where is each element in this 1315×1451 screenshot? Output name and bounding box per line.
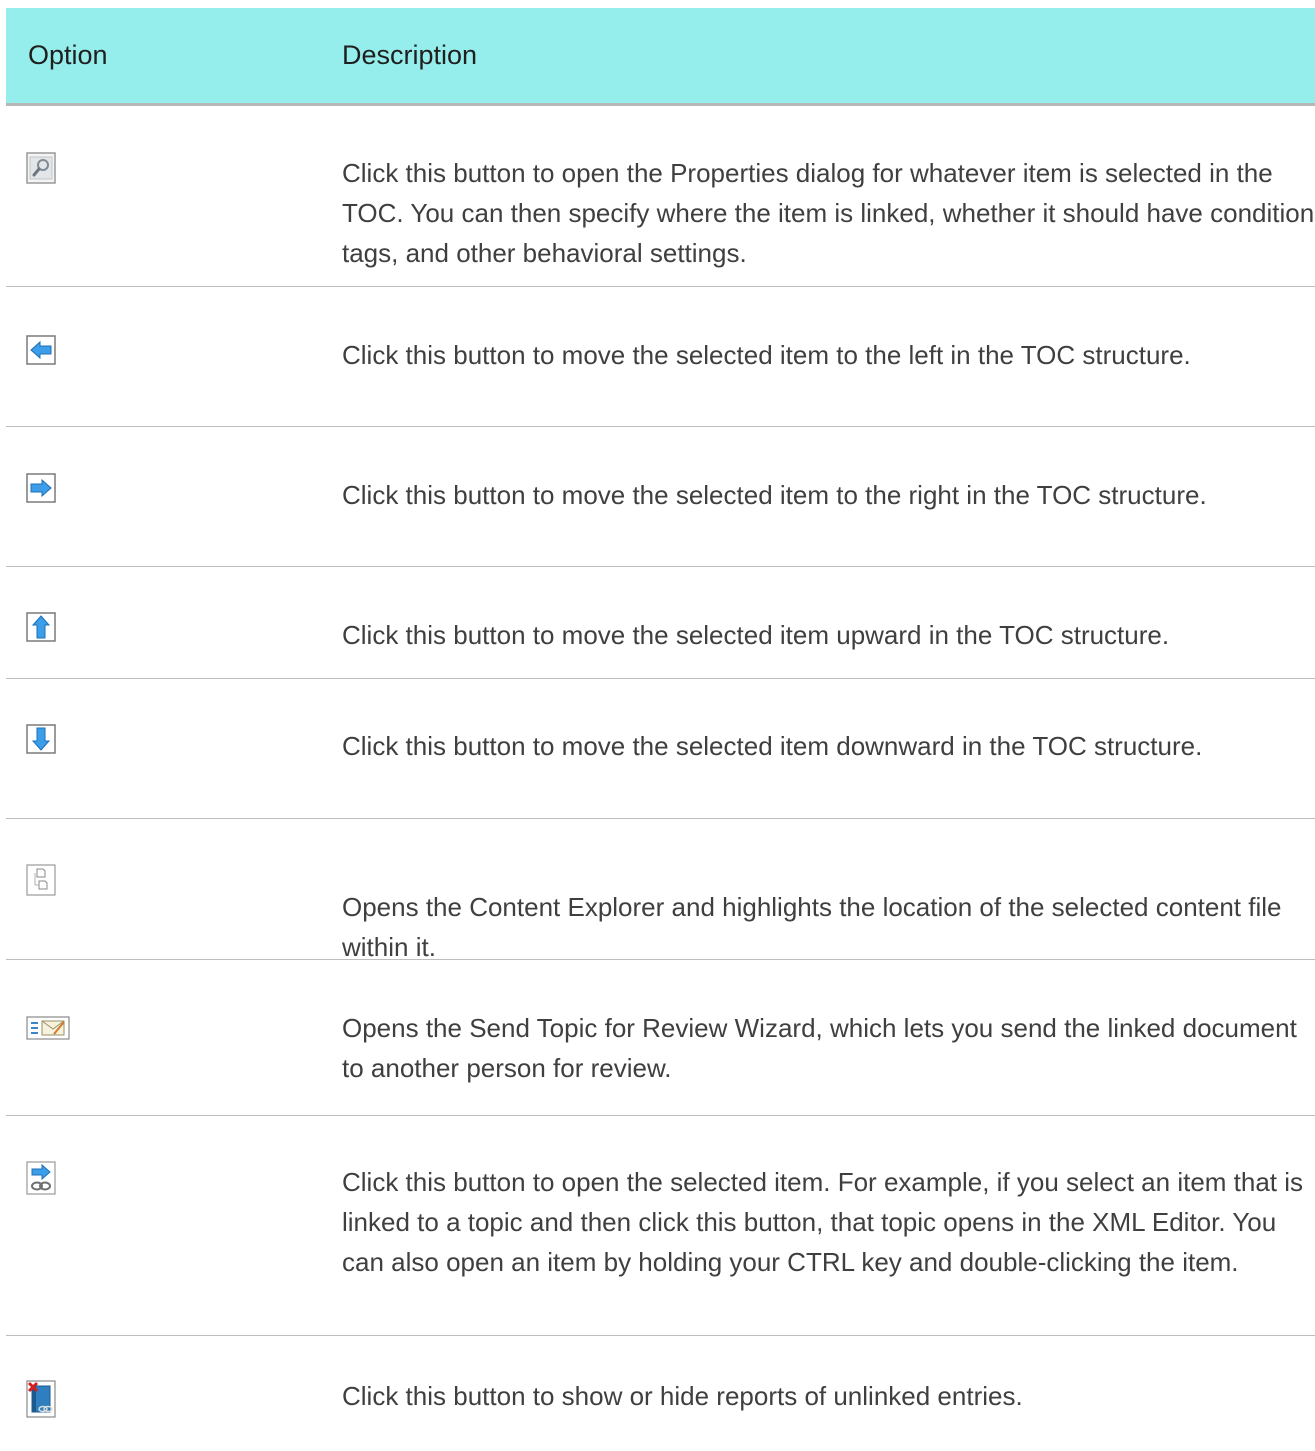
move-down-arrow-icon <box>26 724 66 764</box>
row-description: Click this button to open the selected i… <box>342 1167 1304 1277</box>
table-header: Option Description <box>6 8 1315 106</box>
properties-icon <box>26 152 66 192</box>
table-row: Click this button to open the selected i… <box>6 1116 1315 1336</box>
send-for-review-icon <box>26 1016 70 1056</box>
move-left-arrow-icon <box>26 335 66 375</box>
table-row: Click this button to move the selected i… <box>6 287 1315 427</box>
row-description: Opens the Send Topic for Review Wizard, … <box>342 1013 1297 1083</box>
unlinked-entries-report-icon <box>26 1380 66 1420</box>
options-table: Option Description Click this button to … <box>6 8 1315 1446</box>
row-description: Click this button to open the Properties… <box>342 158 1315 268</box>
open-item-icon <box>26 1161 66 1201</box>
content-explorer-icon <box>26 864 66 904</box>
table-row: Click this button to move the selected i… <box>6 679 1315 819</box>
header-option: Option <box>28 40 108 70</box>
row-description: Click this button to move the selected i… <box>342 480 1207 510</box>
move-right-arrow-icon <box>26 473 66 513</box>
row-description: Click this button to move the selected i… <box>342 620 1170 650</box>
row-description: Opens the Content Explorer and highlight… <box>342 892 1282 962</box>
header-description: Description <box>342 40 478 70</box>
table-row: Opens the Content Explorer and highlight… <box>6 819 1315 962</box>
table-row: Opens the Send Topic for Review Wizard, … <box>6 960 1315 1116</box>
row-description: Click this button to move the selected i… <box>342 731 1203 761</box>
row-description: Click this button to show or hide report… <box>342 1381 1023 1411</box>
table-row: Click this button to move the selected i… <box>6 427 1315 567</box>
row-description: Click this button to move the selected i… <box>342 340 1191 370</box>
table-row: Click this button to show or hide report… <box>6 1336 1315 1446</box>
table-row: Click this button to open the Properties… <box>6 106 1315 287</box>
table-row: Click this button to move the selected i… <box>6 567 1315 679</box>
move-up-arrow-icon <box>26 612 66 652</box>
